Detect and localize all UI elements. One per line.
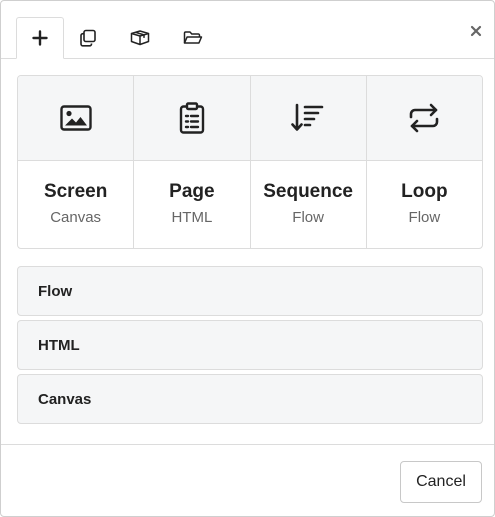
card-title: Loop <box>401 181 448 202</box>
tab-duplicate[interactable] <box>64 17 112 58</box>
list-item-label: Flow <box>38 282 73 300</box>
card-screen[interactable]: Screen Canvas <box>18 76 135 248</box>
copy-icon <box>79 29 97 47</box>
image-icon <box>59 105 92 131</box>
clipboard-icon <box>179 102 205 134</box>
card-icon-area <box>366 76 482 161</box>
card-sequence[interactable]: Sequence Flow <box>250 76 367 248</box>
card-subtitle: Canvas <box>50 209 102 226</box>
tab-new[interactable] <box>16 17 64 59</box>
new-item-dialog: Screen Canvas Page HTML Sequence Flow Lo… <box>0 0 495 517</box>
card-page[interactable]: Page HTML <box>134 76 251 248</box>
card-loop[interactable]: Loop Flow <box>366 76 482 248</box>
close-button[interactable] <box>468 23 484 39</box>
item-type-grid: Screen Canvas Page HTML Sequence Flow Lo… <box>17 75 483 249</box>
cancel-button[interactable]: Cancel <box>400 461 482 503</box>
repeat-icon <box>407 103 441 133</box>
dialog-footer: Cancel <box>1 444 494 517</box>
card-subtitle: Flow <box>292 209 324 226</box>
card-subtitle: HTML <box>171 209 213 226</box>
package-icon <box>130 29 150 47</box>
card-icon-area <box>134 76 250 161</box>
card-icon-area <box>18 76 134 161</box>
list-item-flow[interactable]: Flow <box>17 266 483 316</box>
list-item-canvas[interactable]: Canvas <box>17 374 483 424</box>
tab-components[interactable] <box>116 17 164 58</box>
card-title: Screen <box>43 181 108 202</box>
card-subtitle: Flow <box>408 209 441 226</box>
list-item-html[interactable]: HTML <box>17 320 483 370</box>
card-icon-area <box>250 76 366 161</box>
plus-icon <box>32 30 48 46</box>
tab-bar <box>1 1 494 59</box>
list-item-label: HTML <box>38 336 80 354</box>
folder-open-icon <box>183 30 203 46</box>
card-title: Sequence <box>263 181 353 202</box>
list-item-label: Canvas <box>38 390 92 408</box>
close-icon <box>470 25 482 37</box>
tab-open[interactable] <box>169 17 217 58</box>
sort-descending-icon <box>291 103 325 133</box>
card-title: Page <box>169 181 215 202</box>
